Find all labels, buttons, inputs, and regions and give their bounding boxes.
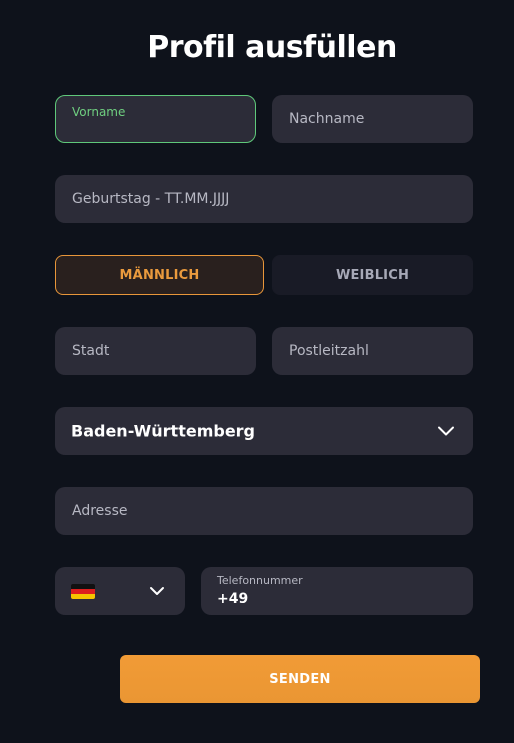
gender-male-button[interactable]: MÄNNLICH bbox=[55, 255, 264, 295]
telefonnummer-label: Telefonnummer bbox=[217, 574, 303, 587]
telefonnummer-field[interactable]: Telefonnummer +49 bbox=[201, 567, 473, 615]
chevron-down-icon bbox=[150, 587, 164, 595]
adresse-field[interactable]: Adresse bbox=[55, 487, 473, 535]
postleitzahl-field[interactable]: Postleitzahl bbox=[272, 327, 473, 375]
chevron-down-icon bbox=[438, 426, 454, 436]
bundesland-value: Baden-Württemberg bbox=[71, 421, 256, 441]
geburtstag-field[interactable]: Geburtstag - TT.MM.JJJJ bbox=[55, 175, 473, 223]
submit-button[interactable]: SENDEN bbox=[120, 655, 480, 703]
nachname-field[interactable]: Nachname bbox=[272, 95, 473, 143]
vorname-label: Vorname bbox=[72, 105, 126, 119]
germany-flag-icon bbox=[71, 584, 95, 599]
geburtstag-placeholder: Geburtstag - TT.MM.JJJJ bbox=[72, 191, 230, 207]
telefonnummer-value: +49 bbox=[217, 591, 249, 607]
gender-female-button[interactable]: WEIBLICH bbox=[272, 255, 473, 295]
country-code-select[interactable] bbox=[55, 567, 185, 615]
adresse-placeholder: Adresse bbox=[72, 503, 128, 519]
profile-form-page: Profil ausfüllen Vorname Nachname Geburt… bbox=[0, 0, 514, 743]
page-title: Profil ausfüllen bbox=[147, 30, 397, 65]
stadt-field[interactable]: Stadt bbox=[55, 327, 256, 375]
vorname-field[interactable]: Vorname bbox=[55, 95, 256, 143]
stadt-placeholder: Stadt bbox=[72, 343, 110, 359]
nachname-placeholder: Nachname bbox=[289, 111, 365, 127]
postleitzahl-placeholder: Postleitzahl bbox=[289, 343, 369, 359]
bundesland-select[interactable]: Baden-Württemberg bbox=[55, 407, 473, 455]
